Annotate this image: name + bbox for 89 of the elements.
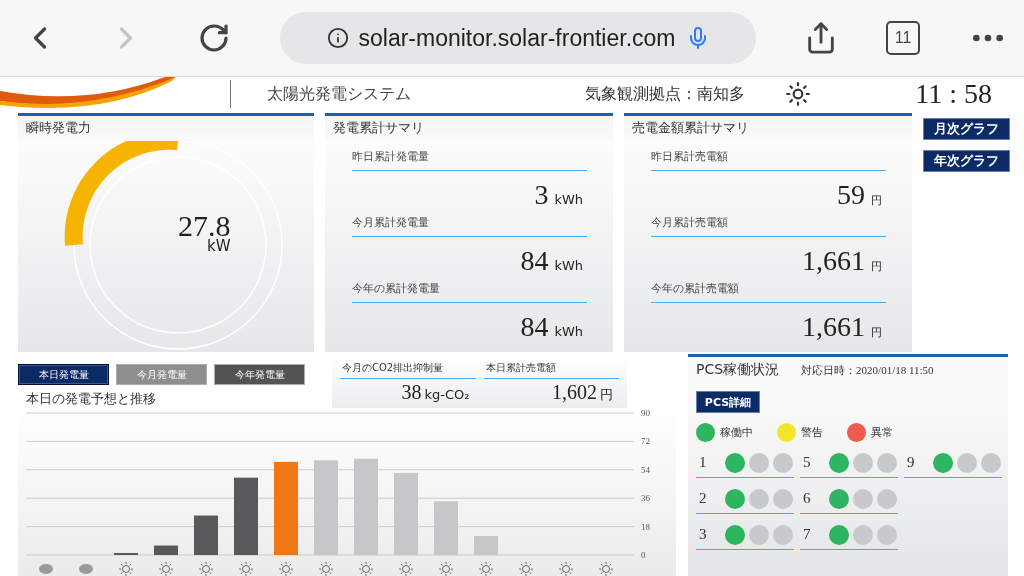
unit-number: 9 [907,454,916,471]
summary-unit: 円 [871,259,882,274]
panel-title: PCS稼働状況 [696,361,780,379]
axis-tick-label: 18 [641,521,650,532]
summary-label: 昨日累計売電額 [651,149,886,171]
summary-value: 1,661 [802,245,865,277]
status-lamp [773,524,793,545]
period-tab[interactable]: 本日発電量 [18,364,109,385]
sun-icon [785,81,811,107]
status-lamp [877,488,897,509]
sun-icon [518,561,534,576]
status-lamp [773,488,793,509]
summary-label: 今年の累計売電額 [651,281,886,303]
panel-title: 瞬時発電力 [18,116,314,141]
sun-icon [398,561,414,576]
sun-icon [278,561,294,576]
summary-label: 今月累計発電量 [352,215,587,237]
reload-icon[interactable] [198,22,230,54]
chart-title: 本日の発電予想と推移 [25,390,157,408]
panel-title: 売電金額累計サマリ [624,116,912,141]
status-lamp [853,524,873,545]
legend-label: 警告 [801,425,823,440]
cloud-icon [79,564,93,574]
stat-value: 38 [401,381,422,404]
unit-number: 5 [803,454,812,471]
period-tab[interactable]: 今年発電量 [214,364,305,385]
axis-tick-label: 54 [641,464,650,475]
summary-value: 84 [520,245,549,277]
status-lamp [957,452,977,473]
tabs-button[interactable]: 11 [886,21,920,55]
summary-label: 今年の累計発電量 [352,281,587,303]
sun-icon [558,561,574,576]
unit-number: 3 [699,526,708,543]
address-bar[interactable]: solar-monitor.solar-frontier.com [280,12,756,64]
unit-number: 7 [803,526,812,543]
unit-number: 6 [803,490,812,507]
status-lamp [749,524,769,545]
axis-tick-label: 0 [641,550,646,560]
summary-label: 昨日累計発電量 [352,149,587,171]
status-lamp [749,488,769,509]
stat-label: 今月のCO2排出抑制量 [340,358,476,379]
status-lamp [853,452,873,473]
pcs-detail-button[interactable]: PCS詳細 [696,391,760,413]
summary-value: 59 [837,179,865,211]
info-icon [326,27,349,49]
unit-number: 1 [699,454,708,471]
graph-button[interactable]: 年次グラフ [923,150,1010,172]
axis-tick-label: 90 [641,408,650,418]
legend-label: 異常 [871,425,893,440]
axis-tick-label: 72 [641,436,650,447]
sun-icon [358,561,374,576]
sun-icon [318,561,334,576]
sun-icon [478,561,494,576]
status-lamp [853,488,873,509]
summary-unit: kWh [554,258,583,273]
system-title: 太陽光発電システム [230,80,411,108]
status-lamp [877,452,897,473]
status-lamp [773,452,793,473]
summary-value: 1,661 [802,311,865,343]
url-text: solar-monitor.solar-frontier.com [358,24,676,52]
status-lamp [749,452,769,473]
station-label: 気象観測拠点：南知多 [585,83,745,105]
graph-button[interactable]: 月次グラフ [923,118,1010,140]
axis-tick-label: 36 [641,493,650,504]
cloud-icon [39,564,53,574]
summary-unit: kWh [554,192,583,207]
summary-value: 84 [520,311,549,343]
panel-title: 発電累計サマリ [325,116,613,141]
sun-icon [118,561,134,576]
stat-unit: 円 [600,386,613,404]
sun-icon [238,561,254,576]
clock-time: 11 : 58 [915,78,992,110]
stat-label: 本日累計売電額 [483,358,619,379]
sun-icon [438,561,454,576]
legend-label: 稼働中 [720,425,753,440]
summary-label: 今月累計売電額 [651,215,886,237]
summary-value: 3 [534,179,549,211]
status-lamp [877,524,897,545]
unit-number: 2 [699,490,708,507]
summary-unit: kWh [554,324,583,339]
summary-unit: 円 [871,193,882,208]
sun-icon [158,561,174,576]
status-lamp [981,452,1001,473]
stat-unit: kg-CO₂ [424,387,470,402]
summary-unit: 円 [871,325,882,340]
sun-icon [198,561,214,576]
sun-icon [598,561,614,576]
timestamp: 対応日時：2020/01/18 11:50 [801,363,934,378]
stat-value: 1,602 [552,381,597,404]
